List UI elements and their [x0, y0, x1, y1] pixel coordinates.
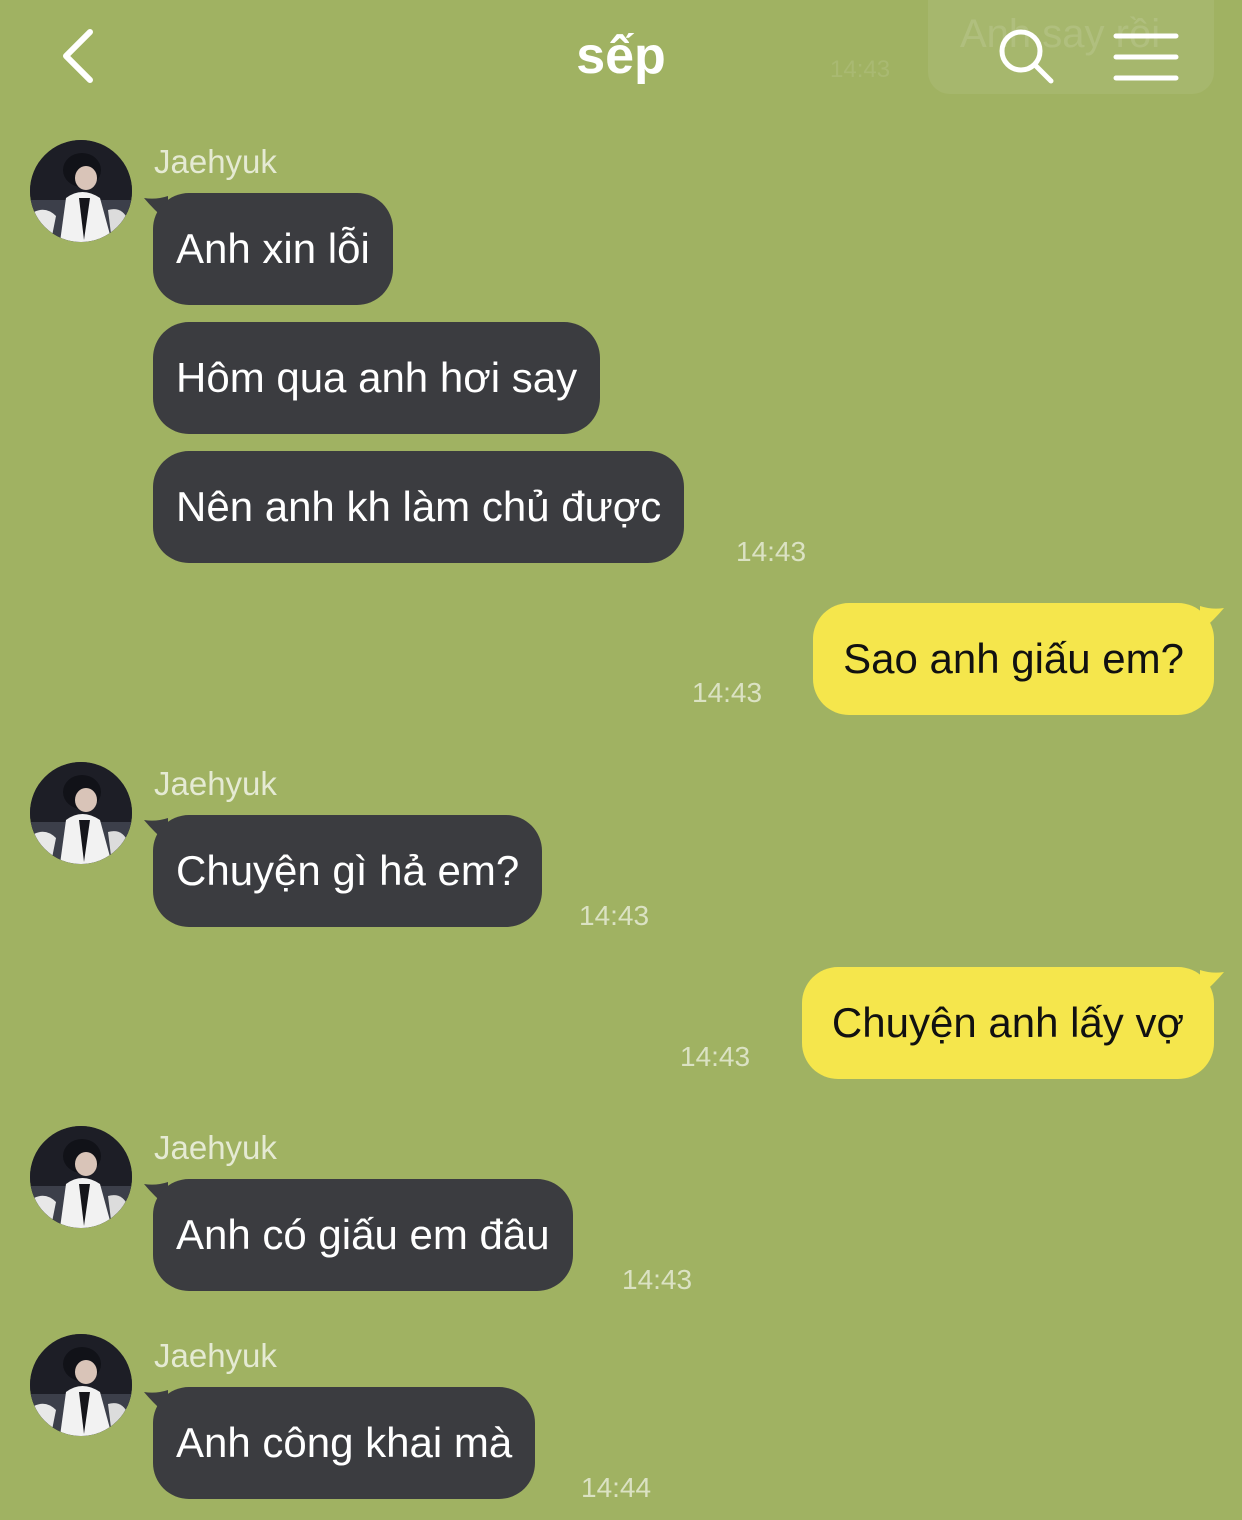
message-timestamp: 14:43 — [736, 536, 807, 567]
menu-icon[interactable] — [1112, 30, 1180, 84]
notification-preview-time: 14:43 — [830, 56, 891, 83]
avatar[interactable] — [30, 140, 132, 242]
sender-name: Jaehyuk — [154, 143, 277, 180]
incoming-message-bubble[interactable]: Anh công khai mà — [153, 1387, 536, 1499]
incoming-message-bubble[interactable]: Chuyện gì hả em? — [153, 815, 543, 927]
incoming-message-bubble[interactable]: Anh xin lỗi — [153, 193, 393, 305]
chat-header: sếp Anh say rồi 14:43 — [0, 0, 1242, 120]
message-timestamp: 14:43 — [579, 900, 650, 931]
message-timestamp: 14:44 — [581, 1472, 652, 1503]
bubble-tail — [1200, 970, 1224, 996]
avatar[interactable] — [30, 1126, 132, 1228]
incoming-message-bubble[interactable]: Anh có giấu em đâu — [153, 1179, 573, 1291]
message-timestamp: 14:43 — [622, 1264, 693, 1295]
sender-name: Jaehyuk — [154, 1129, 277, 1166]
search-icon[interactable] — [996, 26, 1056, 86]
message-timestamp: 14:43 — [680, 1041, 751, 1072]
outgoing-message-bubble[interactable]: Sao anh giấu em? — [813, 603, 1214, 715]
sender-name: Jaehyuk — [154, 765, 277, 802]
bubble-tail — [1200, 606, 1224, 632]
avatar[interactable] — [30, 1334, 132, 1436]
incoming-message-bubble[interactable]: Nên anh kh làm chủ được — [153, 451, 685, 563]
outgoing-message-bubble[interactable]: Chuyện anh lấy vợ — [801, 967, 1214, 1079]
sender-name: Jaehyuk — [154, 1337, 277, 1374]
incoming-message-bubble[interactable]: Hôm qua anh hơi say — [153, 322, 601, 434]
message-timestamp: 14:43 — [692, 677, 763, 708]
avatar[interactable] — [30, 762, 132, 864]
